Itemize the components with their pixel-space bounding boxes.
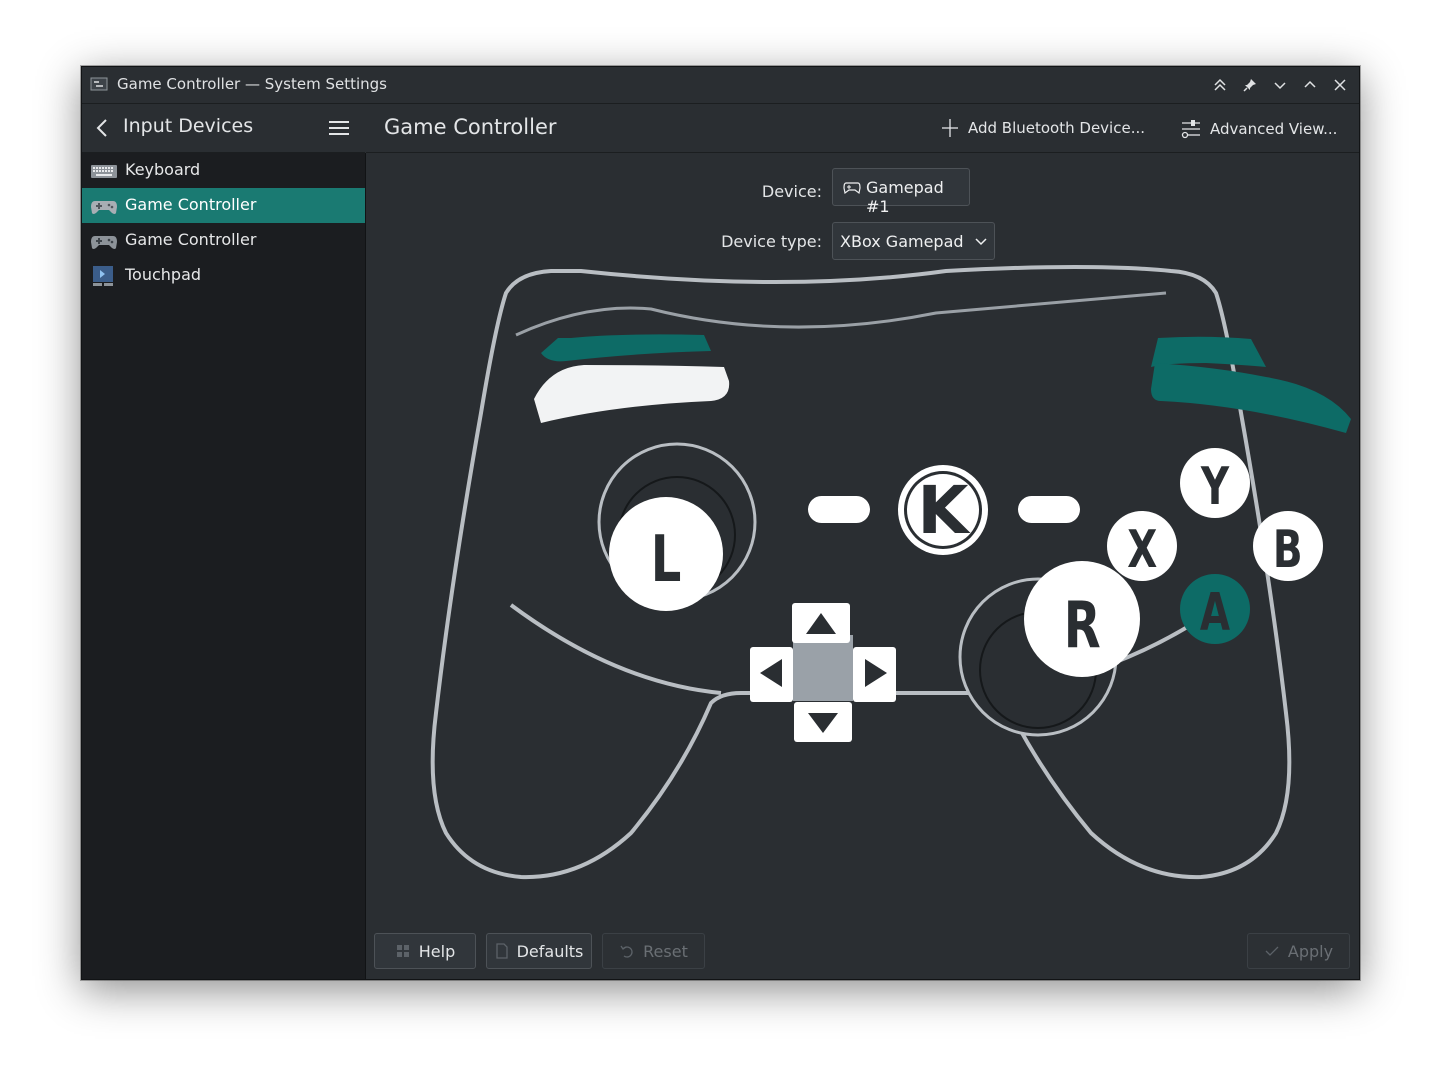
y-button-label: Y <box>1200 455 1230 516</box>
sidebar: Keyboard Game Controller Game Controller <box>82 153 366 979</box>
settings-sliders-icon <box>1181 120 1200 139</box>
a-button[interactable]: A <box>1180 574 1250 644</box>
settings-window: Game Controller — System Settings Input … <box>81 66 1360 980</box>
advanced-view-label: Advanced View... <box>1210 120 1338 138</box>
keyboard-icon <box>91 165 117 178</box>
back-arrow-icon[interactable] <box>94 117 110 139</box>
x-button[interactable]: X <box>1107 511 1177 581</box>
hamburger-menu-icon[interactable] <box>328 119 350 137</box>
checkmark-icon <box>1265 946 1279 956</box>
reset-label: Reset <box>643 941 688 961</box>
sidebar-item-label: Touchpad <box>125 265 202 284</box>
undo-icon <box>620 945 633 958</box>
gamepad-icon <box>91 236 117 249</box>
touchpad-icon <box>93 266 113 286</box>
sidebar-item-keyboard[interactable]: Keyboard <box>82 153 365 188</box>
add-bluetooth-device-label: Add Bluetooth Device... <box>968 119 1145 137</box>
help-label: Help <box>418 941 456 961</box>
minimize-icon[interactable] <box>1269 74 1291 96</box>
b-button-label: B <box>1273 518 1303 579</box>
pin-icon[interactable] <box>1239 74 1261 96</box>
close-icon[interactable] <box>1329 74 1351 96</box>
y-button[interactable]: Y <box>1180 448 1250 518</box>
defaults-button[interactable]: Defaults <box>486 933 592 969</box>
x-button-label: X <box>1127 518 1157 579</box>
b-button[interactable]: B <box>1253 511 1323 581</box>
sidebar-back-label[interactable]: Input Devices <box>123 115 253 137</box>
system-settings-icon <box>90 77 108 91</box>
sidebar-item-game-controller-2[interactable]: Game Controller <box>82 223 365 258</box>
sidebar-item-label: Game Controller <box>125 195 257 214</box>
sidebar-item-label: Keyboard <box>125 160 201 179</box>
sidebar-header: Input Devices <box>82 104 365 153</box>
home-logo: K <box>917 472 971 549</box>
start-button[interactable] <box>1018 496 1080 523</box>
page-title: Game Controller <box>384 115 557 139</box>
gamepad-icon <box>91 201 117 214</box>
right-stick-label: R <box>1064 588 1101 663</box>
home-button[interactable]: K <box>898 465 988 555</box>
sidebar-item-touchpad[interactable]: Touchpad <box>82 258 365 293</box>
help-button[interactable]: Help <box>374 933 476 969</box>
plus-icon <box>942 119 958 137</box>
sidebar-item-label: Game Controller <box>125 230 257 249</box>
defaults-label: Defaults <box>516 941 584 961</box>
keep-above-icon[interactable] <box>1209 74 1231 96</box>
add-bluetooth-device-button[interactable]: Add Bluetooth Device... <box>940 118 1145 138</box>
advanced-view-button[interactable]: Advanced View... <box>1180 118 1337 140</box>
help-icon <box>396 945 409 957</box>
maximize-icon[interactable] <box>1299 74 1321 96</box>
controller-diagram: L K R Y X B A <box>430 265 1351 880</box>
sidebar-item-game-controller-1[interactable]: Game Controller <box>82 188 365 223</box>
main-header: Game Controller Add Bluetooth Device... … <box>366 104 1359 153</box>
left-stick-label: L <box>651 522 682 597</box>
right-trigger[interactable] <box>1151 336 1266 367</box>
reset-button[interactable]: Reset <box>602 933 705 969</box>
apply-label: Apply <box>1287 941 1334 961</box>
title-bar: Game Controller — System Settings <box>82 67 1359 104</box>
apply-button[interactable]: Apply <box>1247 933 1350 969</box>
a-button-label: A <box>1200 581 1231 642</box>
window-title: Game Controller — System Settings <box>117 75 387 93</box>
document-icon <box>495 943 508 959</box>
back-button[interactable] <box>808 496 870 523</box>
